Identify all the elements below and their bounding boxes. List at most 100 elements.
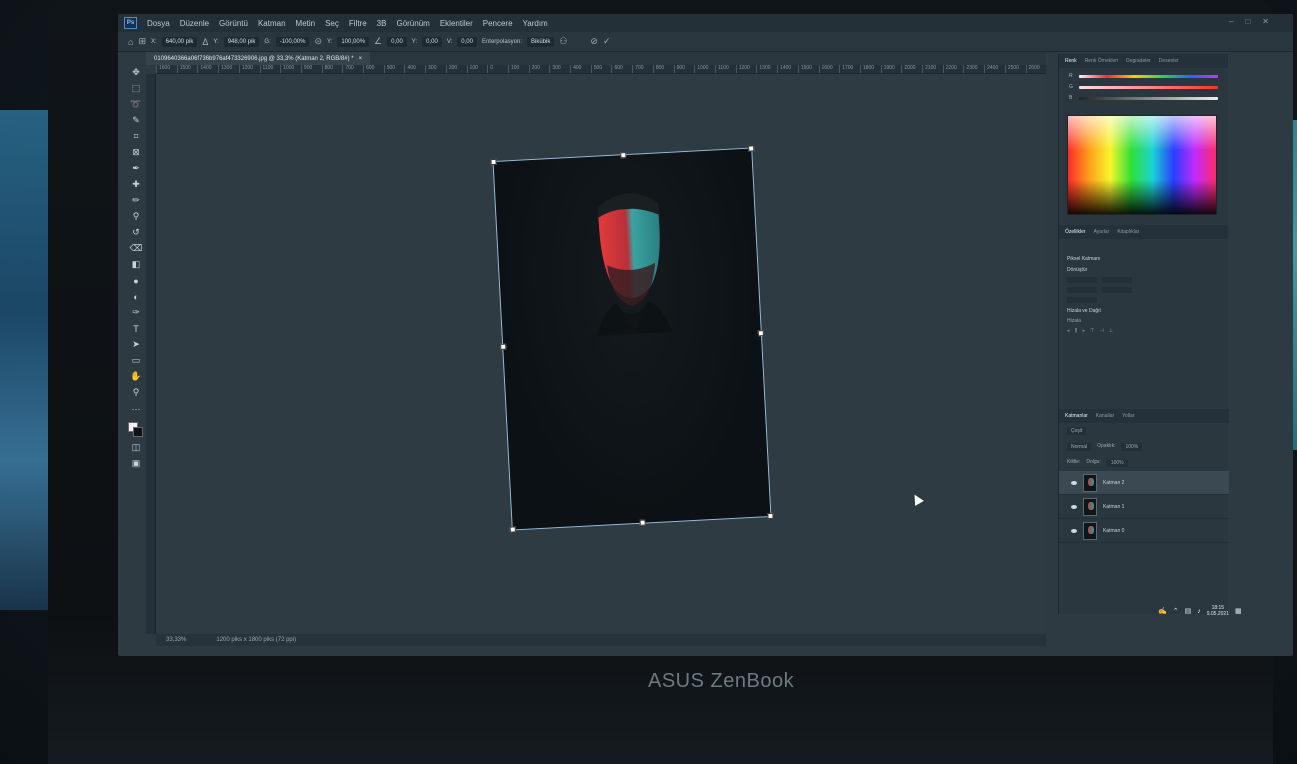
screen-mode-icon[interactable]: ▣ [129,457,143,470]
prop-width-field[interactable] [1067,277,1097,283]
warp-icon[interactable]: ⚇ [559,36,567,47]
zoom-tool-icon[interactable]: ⚲ [129,386,143,399]
menu-select[interactable]: Seç [325,19,339,28]
minimize-icon[interactable]: – [1229,17,1233,26]
home-icon[interactable]: ⌂ [128,37,133,47]
tray-chevron-icon[interactable]: ⌃ [1173,607,1179,615]
h-skew-field[interactable]: 0,00 [422,36,442,47]
quick-mask-icon[interactable]: ◫ [129,441,143,454]
move-tool-icon[interactable]: ✥ [129,66,143,79]
cancel-icon[interactable]: ⊘ [590,36,598,47]
tab-swatches[interactable]: Renk Örnekleri [1085,58,1118,64]
eraser-tool-icon[interactable]: ⌫ [129,242,143,255]
link-icon[interactable]: ⊝ [314,36,322,47]
lasso-tool-icon[interactable]: ➰ [129,98,143,111]
background-color[interactable] [133,427,143,437]
transform-tool-icon[interactable]: ⊞ [138,36,146,47]
prop-x-field[interactable] [1067,287,1097,293]
transform-bounding-box[interactable] [490,145,774,533]
transform-handle-bm[interactable] [639,519,646,526]
menu-type[interactable]: Metin [296,19,316,28]
prop-y-field[interactable] [1102,287,1132,293]
menu-help[interactable]: Yardım [523,19,548,28]
fill-field[interactable]: 100% [1106,459,1128,467]
height-field[interactable]: 100,00% [337,36,370,47]
angle-field[interactable]: 0,00 [387,36,407,47]
pen-tool-icon[interactable]: ✑ [129,306,143,319]
transform-handle-tm[interactable] [620,152,627,159]
tab-adjustments[interactable]: Ayarlar [1094,229,1110,235]
tab-gradients[interactable]: Degradeler [1126,58,1151,64]
system-clock[interactable]: 18:15 9.05.2021 [1207,605,1229,617]
align-left-icon[interactable]: ⫷ [1067,328,1070,334]
menu-3d[interactable]: 3B [377,19,387,28]
brush-tool-icon[interactable]: ✏ [129,194,143,207]
commit-icon[interactable]: ✓ [603,36,611,47]
blend-mode-select[interactable]: Normal [1067,443,1092,451]
visibility-eye-icon[interactable] [1071,504,1077,509]
tab-paths[interactable]: Yollar [1122,413,1134,419]
more-tools-icon[interactable]: ··· [129,402,143,415]
type-tool-icon[interactable]: T [129,322,143,335]
path-select-tool-icon[interactable]: ➤ [129,338,143,351]
tab-color[interactable]: Renk [1065,58,1077,64]
transform-handle-bl[interactable] [509,526,516,533]
menu-view[interactable]: Görünüm [396,19,429,28]
menu-image[interactable]: Görüntü [219,19,248,28]
eyedropper-tool-icon[interactable]: ✒ [129,162,143,175]
rectangle-tool-icon[interactable]: ▭ [129,354,143,367]
tab-close-icon[interactable]: × [359,56,363,62]
blur-tool-icon[interactable]: ● [129,274,143,287]
dodge-tool-icon[interactable]: ◐ [129,290,143,303]
y-position-field[interactable]: 948,00 pik [223,36,260,47]
zoom-level[interactable]: 33,33% [166,637,186,643]
layer-row[interactable]: Katman 2 [1059,471,1229,495]
menu-edit[interactable]: Düzenle [180,19,209,28]
canvas-area[interactable] [156,74,1046,634]
color-swatches[interactable] [128,422,144,438]
tab-libraries[interactable]: Kitaplıklar [1117,229,1139,235]
visibility-eye-icon[interactable] [1071,528,1077,533]
quick-select-tool-icon[interactable]: ✎ [129,114,143,127]
align-middle-icon[interactable]: ⊣ [1099,328,1103,334]
transform-handle-tr[interactable] [748,145,755,152]
tab-patterns[interactable]: Desenler [1159,58,1179,64]
green-slider[interactable] [1079,85,1218,89]
tab-channels[interactable]: Kanallar [1096,413,1114,419]
healing-tool-icon[interactable]: ✚ [129,178,143,191]
visibility-eye-icon[interactable] [1071,480,1077,485]
network-icon[interactable]: ▤ [1185,607,1192,615]
history-brush-tool-icon[interactable]: ↺ [129,226,143,239]
layer-row[interactable]: Katman 1 [1059,495,1229,519]
transform-handle-tl[interactable] [490,158,497,166]
align-right-icon[interactable]: ⫸ [1082,328,1085,334]
prop-height-field[interactable] [1102,277,1132,283]
frame-tool-icon[interactable]: ⊠ [129,146,143,159]
document-info[interactable]: 1200 piks x 1800 piks (72 ppi) [216,637,296,643]
maximize-icon[interactable]: □ [1245,17,1250,26]
menu-file[interactable]: Dosya [147,19,170,28]
tab-layers[interactable]: Katmanlar [1065,413,1088,419]
menu-layer[interactable]: Katman [258,19,286,28]
marquee-tool-icon[interactable]: ⬚ [129,82,143,95]
notification-icon[interactable]: ▦ [1235,607,1242,615]
transform-section-title[interactable]: Dönüştür [1067,267,1220,273]
tab-properties[interactable]: Özellikler [1065,229,1086,235]
pen-icon[interactable]: ✍ [1158,607,1167,615]
transform-handle-ml[interactable] [500,343,507,350]
interpolation-select[interactable]: Bikübik [527,36,555,47]
menu-plugins[interactable]: Eklentiler [440,19,473,28]
width-field[interactable]: -100,00% [275,36,310,47]
blue-slider[interactable] [1079,96,1218,100]
transform-handle-mr[interactable] [757,330,765,337]
volume-icon[interactable]: ♪ [1197,608,1201,615]
stamp-tool-icon[interactable]: ⚲ [129,210,143,223]
v-skew-field[interactable]: 0,00 [457,36,477,47]
opacity-field[interactable]: 100% [1121,443,1143,451]
hand-tool-icon[interactable]: ✋ [129,370,143,383]
gradient-tool-icon[interactable]: ◧ [129,258,143,271]
close-icon[interactable]: ✕ [1262,17,1269,26]
x-position-field[interactable]: 640,00 pik [161,36,198,47]
align-top-icon[interactable]: ⊤ [1090,328,1094,334]
layer-filter-search[interactable]: Çeşit [1067,427,1087,435]
